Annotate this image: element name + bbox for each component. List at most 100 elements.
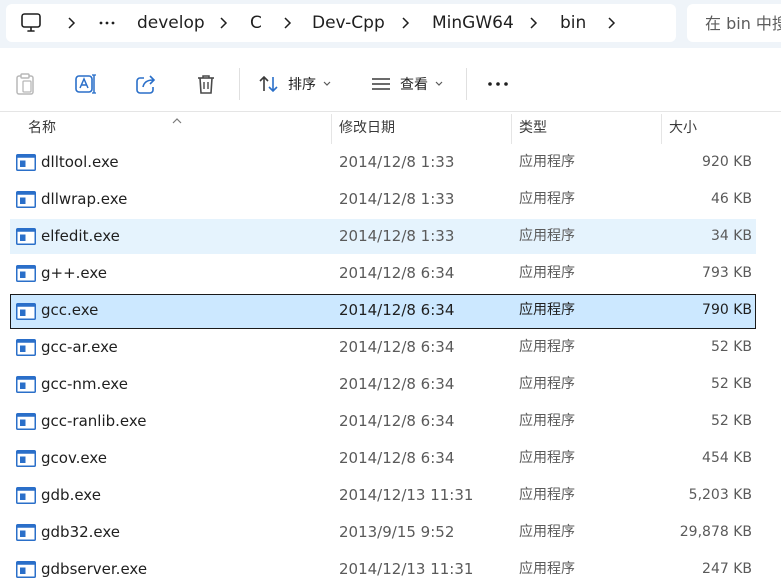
- file-date: 2013/9/15 9:52: [339, 523, 455, 541]
- file-name: gdb.exe: [41, 486, 101, 504]
- table-row[interactable]: dllwrap.exe 2014/12/8 1:33 应用程序 46 KB: [10, 182, 756, 217]
- address-bar-strip: develop C Dev-Cpp MinGW64 bin: [0, 0, 781, 48]
- file-name: dllwrap.exe: [41, 190, 128, 208]
- computer-icon[interactable]: [20, 4, 42, 42]
- exe-file-icon: [16, 265, 36, 282]
- breadcrumb-chevron-icon: [528, 4, 540, 42]
- file-name: gcov.exe: [41, 449, 108, 467]
- search-box[interactable]: [687, 4, 781, 42]
- breadcrumb-chevron-icon: [400, 4, 412, 42]
- file-name: gdbserver.exe: [41, 560, 148, 578]
- file-name: g++.exe: [41, 264, 108, 282]
- file-type: 应用程序: [519, 228, 575, 244]
- exe-file-icon: [16, 303, 36, 320]
- column-header-date[interactable]: 修改日期: [339, 112, 395, 144]
- table-row[interactable]: gcc-ranlib.exe 2014/12/8 6:34 应用程序 52 KB: [10, 404, 756, 439]
- chevron-down-icon: [435, 81, 443, 87]
- file-type: 应用程序: [519, 265, 575, 281]
- column-header-type[interactable]: 类型: [519, 112, 547, 144]
- breadcrumb-item-bin[interactable]: bin: [560, 4, 586, 42]
- file-name: gdb32.exe: [41, 523, 121, 541]
- column-resize-handle[interactable]: [511, 114, 512, 144]
- column-resize-handle[interactable]: [661, 114, 662, 144]
- share-icon: [134, 72, 158, 96]
- view-lines-icon: [370, 73, 392, 95]
- file-size: 247 KB: [702, 561, 752, 577]
- search-input[interactable]: [687, 4, 781, 42]
- breadcrumb-overflow-icon[interactable]: [98, 4, 116, 42]
- file-date: 2014/12/8 1:33: [339, 227, 455, 245]
- file-date: 2014/12/8 1:33: [339, 190, 455, 208]
- breadcrumb-chevron-icon: [282, 4, 294, 42]
- file-name: elfedit.exe: [41, 227, 120, 245]
- file-date: 2014/12/8 6:34: [339, 375, 455, 393]
- breadcrumb-item-develop[interactable]: develop: [137, 4, 205, 42]
- breadcrumb-item-mingw64[interactable]: MinGW64: [432, 4, 514, 42]
- column-header-size[interactable]: 大小: [669, 112, 697, 144]
- command-bar: 排序 查看: [0, 56, 781, 112]
- file-type: 应用程序: [519, 413, 575, 429]
- file-size: 454 KB: [702, 450, 752, 466]
- file-size: 920 KB: [702, 154, 752, 170]
- breadcrumb[interactable]: develop C Dev-Cpp MinGW64 bin: [6, 4, 676, 42]
- breadcrumb-item-dev-cpp[interactable]: Dev-Cpp: [312, 4, 385, 42]
- delete-button[interactable]: [194, 68, 218, 100]
- more-options-button[interactable]: [486, 68, 510, 100]
- exe-file-icon: [16, 339, 36, 356]
- column-header-name[interactable]: 名称: [28, 112, 56, 144]
- file-name: gcc-ranlib.exe: [41, 412, 147, 430]
- file-name: gcc.exe: [41, 301, 99, 319]
- table-row[interactable]: gcc-ar.exe 2014/12/8 6:34 应用程序 52 KB: [10, 330, 756, 365]
- file-size: 793 KB: [702, 265, 752, 281]
- table-row[interactable]: dlltool.exe 2014/12/8 1:33 应用程序 920 KB: [10, 145, 756, 180]
- file-name: dlltool.exe: [41, 153, 119, 171]
- file-date: 2014/12/13 11:31: [339, 486, 474, 504]
- file-name: gcc-nm.exe: [41, 375, 128, 393]
- table-row-selected[interactable]: gcc.exe 2014/12/8 6:34 应用程序 790 KB: [10, 294, 756, 329]
- file-type: 应用程序: [519, 154, 575, 170]
- exe-file-icon: [16, 487, 36, 504]
- file-type: 应用程序: [519, 450, 575, 466]
- command-divider: [466, 68, 467, 100]
- table-row[interactable]: gcc-nm.exe 2014/12/8 6:34 应用程序 52 KB: [10, 367, 756, 402]
- exe-file-icon: [16, 450, 36, 467]
- table-row[interactable]: gdb.exe 2014/12/13 11:31 应用程序 5,203 KB: [10, 478, 756, 513]
- ellipsis-icon: [486, 72, 510, 96]
- table-row[interactable]: gdb32.exe 2013/9/15 9:52 应用程序 29,878 KB: [10, 515, 756, 550]
- exe-file-icon: [16, 524, 36, 541]
- file-size: 29,878 KB: [679, 524, 752, 540]
- sort-label: 排序: [288, 77, 316, 93]
- command-divider: [239, 68, 240, 100]
- share-button[interactable]: [134, 68, 158, 100]
- file-size: 790 KB: [702, 302, 752, 318]
- file-date: 2014/12/13 11:31: [339, 560, 474, 578]
- file-date: 2014/12/8 6:34: [339, 264, 455, 282]
- exe-file-icon: [16, 561, 36, 578]
- sort-arrows-icon: [258, 73, 280, 95]
- column-resize-handle[interactable]: [331, 114, 332, 144]
- file-date: 2014/12/8 1:33: [339, 153, 455, 171]
- file-name: gcc-ar.exe: [41, 338, 118, 356]
- trash-icon: [194, 72, 218, 96]
- table-row[interactable]: gdbserver.exe 2014/12/13 11:31 应用程序 247 …: [10, 552, 756, 587]
- view-button[interactable]: 查看: [370, 68, 443, 100]
- file-size: 5,203 KB: [688, 487, 752, 503]
- breadcrumb-chevron-icon[interactable]: [606, 4, 618, 42]
- table-row-hovered[interactable]: elfedit.exe 2014/12/8 1:33 应用程序 34 KB: [10, 219, 756, 254]
- sort-button[interactable]: 排序: [258, 68, 331, 100]
- file-date: 2014/12/8 6:34: [339, 338, 455, 356]
- breadcrumb-item-c[interactable]: C: [250, 4, 262, 42]
- file-size: 52 KB: [710, 339, 752, 355]
- table-row[interactable]: g++.exe 2014/12/8 6:34 应用程序 793 KB: [10, 256, 756, 291]
- exe-file-icon: [16, 413, 36, 430]
- exe-file-icon: [16, 228, 36, 245]
- file-date: 2014/12/8 6:34: [339, 449, 455, 467]
- rename-button[interactable]: [74, 68, 98, 100]
- file-type: 应用程序: [519, 487, 575, 503]
- clipboard-icon: [14, 72, 36, 96]
- paste-button[interactable]: [14, 68, 36, 100]
- table-row[interactable]: gcov.exe 2014/12/8 6:34 应用程序 454 KB: [10, 441, 756, 476]
- file-size: 52 KB: [710, 376, 752, 392]
- file-type: 应用程序: [519, 302, 575, 318]
- file-size: 52 KB: [710, 413, 752, 429]
